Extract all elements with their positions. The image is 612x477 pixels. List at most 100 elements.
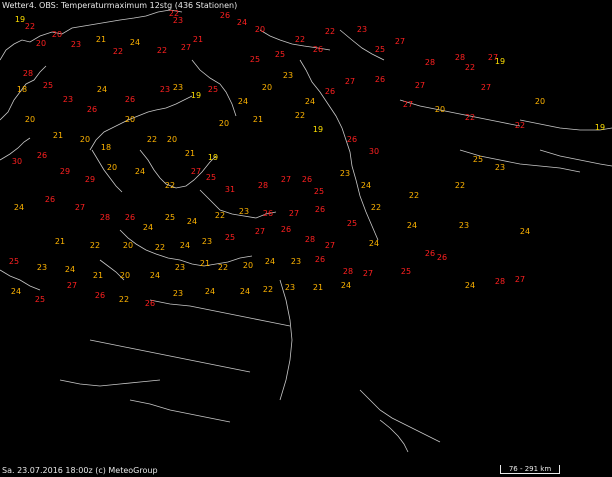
station-temperature-label: 22 (370, 203, 382, 212)
station-temperature-label: 27 (402, 100, 414, 109)
station-temperature-label: 27 (180, 43, 192, 52)
station-temperature-label: 27 (414, 81, 426, 90)
station-temperature-label: 26 (314, 205, 326, 214)
station-temperature-label: 27 (324, 241, 336, 250)
station-temperature-label: 22 (408, 191, 420, 200)
station-temperature-label: 22 (164, 181, 176, 190)
station-temperature-label: 26 (280, 225, 292, 234)
station-temperature-label: 28 (304, 235, 316, 244)
station-temperature-label: 18 (100, 143, 112, 152)
station-temperature-label: 28 (424, 58, 436, 67)
station-temperature-label: 26 (262, 209, 274, 218)
station-temperature-label: 23 (172, 83, 184, 92)
station-temperature-label: 26 (424, 249, 436, 258)
station-temperature-label: 24 (10, 287, 22, 296)
station-temperature-label: 27 (394, 37, 406, 46)
station-temperature-label: 27 (362, 269, 374, 278)
station-temperature-label: 24 (134, 167, 146, 176)
station-temperature-label: 26 (144, 299, 156, 308)
station-temperature-label: 22 (146, 135, 158, 144)
station-temperature-label: 20 (79, 135, 91, 144)
station-temperature-label: 22 (294, 35, 306, 44)
station-temperature-label: 28 (22, 69, 34, 78)
station-temperature-label: 26 (312, 45, 324, 54)
station-temperature-label: 24 (204, 287, 216, 296)
station-temperature-label: 24 (360, 181, 372, 190)
station-temperature-label: 24 (239, 287, 251, 296)
station-temperature-label: 23 (62, 95, 74, 104)
station-temperature-label: 27 (480, 83, 492, 92)
station-temperature-label: 22 (118, 295, 130, 304)
station-temperature-label: 26 (314, 255, 326, 264)
station-temperature-label: 21 (184, 149, 196, 158)
station-temperature-label: 25 (472, 155, 484, 164)
station-temperature-label: 26 (346, 135, 358, 144)
station-temperature-label: 24 (64, 265, 76, 274)
station-temperature-label: 20 (261, 83, 273, 92)
station-temperature-label: 26 (94, 291, 106, 300)
station-temperature-label: 24 (406, 221, 418, 230)
station-temperature-label: 25 (274, 50, 286, 59)
station-temperature-label: 29 (84, 175, 96, 184)
station-temperature-label: 21 (52, 131, 64, 140)
weather-map: 22 19 20 22 20 23 21 22 24 22 27 23 21 26 24 20 25 25 22 26… (0, 0, 612, 477)
station-temperature-label: 23 (290, 257, 302, 266)
station-temperature-label: 26 (124, 213, 136, 222)
scale-bar: 76 - 291 km (500, 465, 560, 474)
station-temperature-label: 27 (288, 209, 300, 218)
station-temperature-label: 24 (96, 85, 108, 94)
station-temperature-label: 22 (464, 63, 476, 72)
station-temperature-label: 23 (458, 221, 470, 230)
station-temperature-label: 26 (374, 75, 386, 84)
station-temperature-label: 24 (142, 223, 154, 232)
station-temperature-label: 25 (42, 81, 54, 90)
station-temperature-label: 23 (238, 207, 250, 216)
station-temperature-label: 28 (99, 213, 111, 222)
station-temperature-label: 20 (122, 241, 134, 250)
station-temperature-label: 23 (174, 263, 186, 272)
station-temperature-label: 31 (224, 185, 236, 194)
station-temperature-label: 22 (24, 22, 36, 31)
station-temperature-label: 24 (236, 18, 248, 27)
station-temperature-label: 24 (464, 281, 476, 290)
station-temperature-label: 25 (374, 45, 386, 54)
station-temperature-label: 23 (339, 169, 351, 178)
station-temperature-label: 24 (340, 281, 352, 290)
station-temperature-label: 18 (16, 85, 28, 94)
station-temperature-label: 26 (436, 253, 448, 262)
station-temperature-label: 27 (280, 175, 292, 184)
station-temperature-label: 22 (514, 121, 526, 130)
station-temperature-label: 27 (66, 281, 78, 290)
station-temperature-label: 25 (313, 187, 325, 196)
station-temperature-label: 25 (207, 85, 219, 94)
station-temperature-label: 23 (284, 283, 296, 292)
station-temperature-label: 19 (312, 125, 324, 134)
station-temperature-label: 23 (201, 237, 213, 246)
station-temperature-label: 20 (119, 271, 131, 280)
station-temperature-label: 27 (74, 203, 86, 212)
station-temperature-label: 25 (34, 295, 46, 304)
station-temperature-label: 20 (106, 163, 118, 172)
station-temperature-label: 24 (237, 97, 249, 106)
station-temperature-label: 28 (257, 181, 269, 190)
station-temperature-label: 25 (205, 173, 217, 182)
station-temperature-label: 24 (368, 239, 380, 248)
station-temperature-label: 28 (454, 53, 466, 62)
station-temperature-label: 26 (301, 175, 313, 184)
station-temperature-label: 26 (86, 105, 98, 114)
map-title: Wetter4. OBS: Temperaturmaximum 12stg (4… (2, 1, 238, 10)
station-temperature-label: 26 (36, 151, 48, 160)
station-temperature-label: 20 (534, 97, 546, 106)
station-temperature-label: 25 (346, 219, 358, 228)
station-temperature-label: 28 (342, 267, 354, 276)
station-temperature-label: 20 (218, 119, 230, 128)
station-temperature-label: 20 (166, 135, 178, 144)
station-temperature-label: 23 (356, 25, 368, 34)
station-temperature-label: 22 (454, 181, 466, 190)
station-temperature-label: 26 (124, 95, 136, 104)
station-temperature-label: 24 (129, 38, 141, 47)
station-temperature-label: 22 (294, 111, 306, 120)
station-temperature-label: 20 (242, 261, 254, 270)
station-temperature-label: 27 (190, 167, 202, 176)
station-temperature-label: 25 (249, 55, 261, 64)
